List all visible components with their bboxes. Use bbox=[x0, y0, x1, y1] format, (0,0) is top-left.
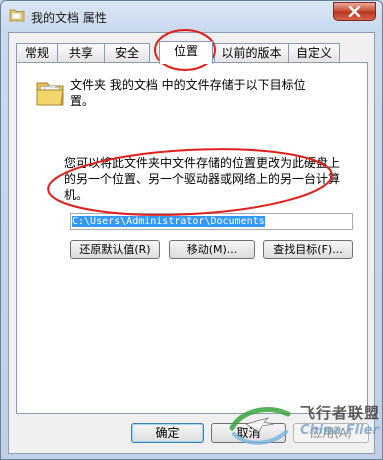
path-input-value: C:\Users\Administrator\Documents bbox=[72, 216, 265, 227]
cancel-button[interactable]: 取消 bbox=[211, 423, 286, 443]
tab-security[interactable]: 安全 bbox=[104, 43, 150, 63]
folder-icon bbox=[9, 9, 25, 22]
close-button[interactable] bbox=[333, 2, 376, 21]
location-info-text: 您可以将此文件夹中文件存储的位置更改为此硬盘上 的另一个位置、另一个驱动器或网络… bbox=[64, 155, 354, 203]
tab-sharing[interactable]: 共享 bbox=[57, 43, 105, 63]
tab-general[interactable]: 常规 bbox=[16, 43, 58, 63]
path-input[interactable]: C:\Users\Administrator\Documents bbox=[70, 213, 353, 230]
tab-location[interactable]: 位置 bbox=[159, 41, 213, 64]
restore-default-button[interactable]: 还原默认值(R) bbox=[70, 240, 160, 259]
info-line: 的另一个位置、另一个驱动器或网络上的另一台计算 bbox=[64, 172, 341, 186]
tab-label: 常规 bbox=[24, 46, 49, 60]
find-target-button[interactable]: 查找目标(F)... bbox=[263, 240, 353, 259]
title-bar[interactable]: 我的文档 属性 bbox=[1, 1, 382, 31]
tab-previous-versions[interactable]: 以前的版本 bbox=[214, 43, 289, 63]
ok-button[interactable]: 确定 bbox=[131, 423, 204, 443]
tab-strip: 常规 共享 安全 位置 以前的版本 自定义 bbox=[16, 41, 368, 64]
tab-label: 自定义 bbox=[295, 46, 332, 60]
info-line: 机。 bbox=[64, 188, 89, 202]
close-icon bbox=[348, 6, 361, 17]
tab-label: 位置 bbox=[173, 44, 198, 58]
tab-label: 安全 bbox=[114, 46, 139, 60]
location-tab-panel: 文件夹 我的文档 中的文件存储于以下目标位 置。 您可以将此文件夹中文件存储的位… bbox=[16, 62, 368, 414]
folder-icon bbox=[36, 82, 64, 106]
tab-label: 共享 bbox=[68, 46, 93, 60]
description-line: 文件夹 我的文档 中的文件存储于以下目标位 bbox=[70, 78, 306, 92]
apply-button[interactable]: 应用(A) bbox=[293, 423, 369, 443]
move-button[interactable]: 移动(M)... bbox=[169, 240, 255, 259]
tab-label: 以前的版本 bbox=[221, 46, 282, 60]
tab-customize[interactable]: 自定义 bbox=[288, 43, 340, 63]
description-line: 置。 bbox=[70, 94, 95, 108]
location-description: 文件夹 我的文档 中的文件存储于以下目标位 置。 bbox=[70, 77, 355, 109]
dialog-client-area: 常规 共享 安全 位置 以前的版本 自定义 文件夹 我的文档 中的文件存储于以下… bbox=[8, 32, 375, 454]
info-line: 您可以将此文件夹中文件存储的位置更改为此硬盘上 bbox=[64, 156, 341, 170]
properties-window: 我的文档 属性 常规 共享 安全 位置 以前的版本 自定义 文件夹 我的文档 中… bbox=[0, 0, 383, 460]
window-title: 我的文档 属性 bbox=[31, 11, 107, 25]
